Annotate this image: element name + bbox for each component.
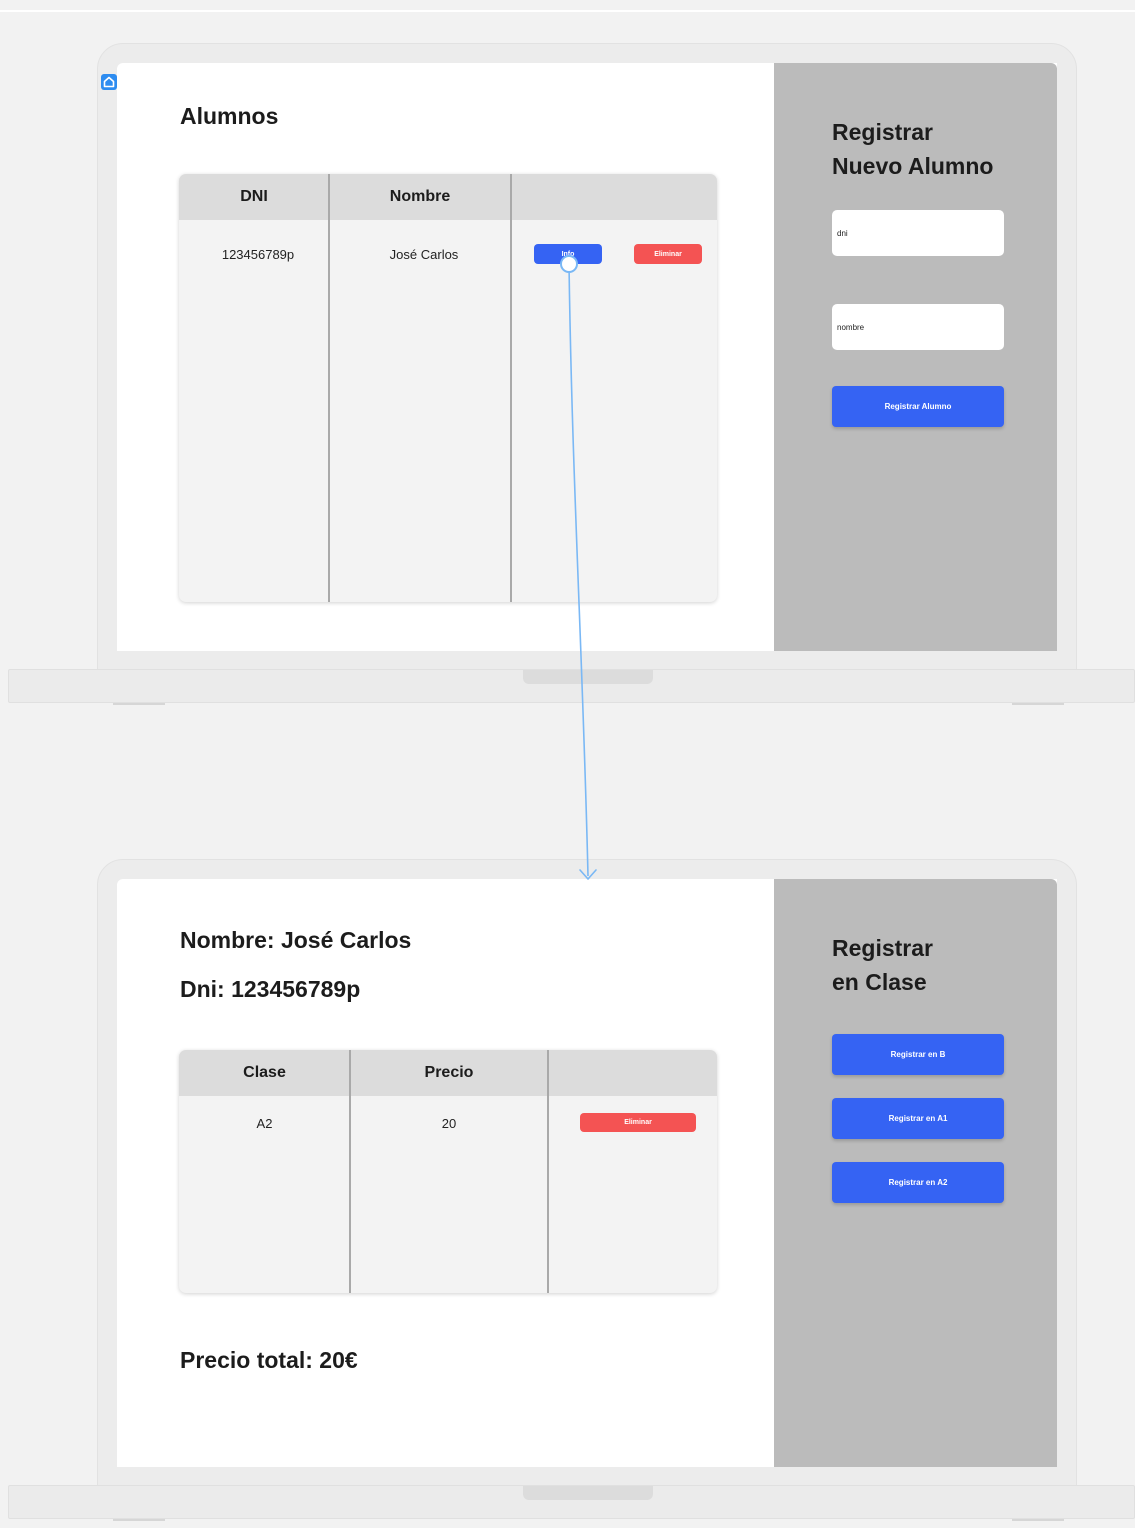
panel-title: Registrar Nuevo Alumno [832,115,993,183]
column-divider [349,1050,351,1293]
delete-button[interactable]: Eliminar [580,1113,696,1132]
alumnos-table: DNI Nombre 123456789p José Carlos Info E… [179,174,717,602]
dni-field[interactable] [832,210,1004,256]
laptop-notch [523,670,653,684]
cell-dni: 123456789p [221,247,295,262]
laptop-foot-left [113,703,165,705]
column-divider [547,1050,549,1293]
screen-alumnos: Alumnos DNI Nombre 123456789p José Carlo… [117,63,1057,651]
register-class-b-button[interactable]: Registrar en B [832,1034,1004,1075]
laptop-foot-left [113,1519,165,1521]
clases-table: Clase Precio A2 20 Eliminar [179,1050,717,1293]
student-dni-heading: Dni: 123456789p [180,976,361,1002]
cell-clase: A2 [256,1116,273,1131]
laptop-base-bottom [8,1485,1135,1521]
nombre-field[interactable] [832,304,1004,350]
register-class-panel: Registrar en Clase Registrar en B Regist… [774,879,1057,1467]
column-header-precio: Precio [424,1064,474,1081]
panel-title-line: Registrar [832,119,933,145]
laptop-base-top [8,669,1135,705]
column-header-dni: DNI [240,188,268,205]
cell-nombre: José Carlos [389,247,459,262]
panel-title-line: en Clase [832,969,927,995]
student-name-heading: Nombre: José Carlos [180,927,412,953]
info-button[interactable]: Info [534,244,602,264]
column-divider [510,174,512,602]
canvas-divider [0,10,1135,12]
laptop-notch [523,1486,653,1500]
column-header-actions [511,174,717,220]
screen-alumno-detalle: Nombre: José Carlos Dni: 123456789p Clas… [117,879,1057,1467]
column-header-actions [548,1050,717,1096]
panel-title-line: Registrar [832,935,933,961]
home-icon[interactable] [101,74,117,90]
column-header-nombre: Nombre [389,188,451,205]
register-class-a2-button[interactable]: Registrar en A2 [832,1162,1004,1203]
laptop-foot-right [1012,703,1064,705]
register-class-a1-button[interactable]: Registrar en A1 [832,1098,1004,1139]
page-title: Alumnos [180,103,279,129]
total-price-heading: Precio total: 20€ [180,1347,358,1373]
cell-precio: 20 [441,1116,457,1131]
column-header-clase: Clase [243,1064,286,1081]
register-student-button[interactable]: Registrar Alumno [832,386,1004,427]
register-student-panel: Registrar Nuevo Alumno Registrar Alumno [774,63,1057,651]
delete-button[interactable]: Eliminar [634,244,702,264]
panel-title-line: Nuevo Alumno [832,153,994,179]
laptop-foot-right [1012,1519,1064,1521]
panel-title: Registrar en Clase [832,931,933,999]
column-divider [328,174,330,602]
